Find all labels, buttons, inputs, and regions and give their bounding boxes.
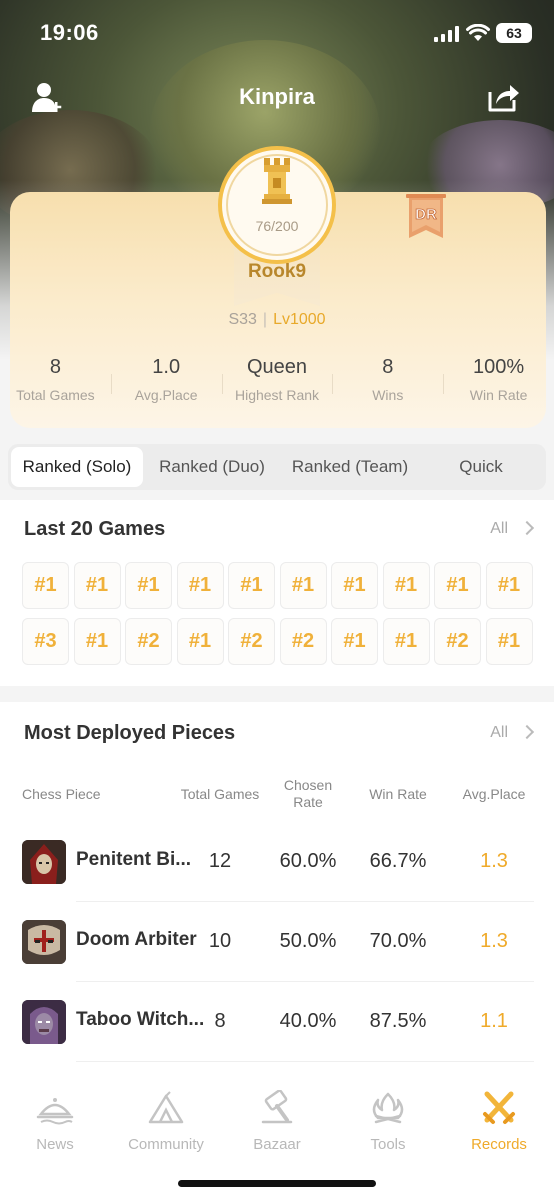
game-result-cell[interactable]: #1	[22, 562, 69, 609]
game-result-cell[interactable]: #1	[125, 562, 172, 609]
piece-chosen-rate: 50.0%	[279, 930, 337, 952]
nav-bazaar[interactable]: Bazaar	[222, 1090, 332, 1153]
most-deployed-panel: Most Deployed Pieces All Chess Piece Tot…	[0, 702, 554, 1072]
piece-chosen-rate: 40.0%	[279, 1010, 337, 1032]
tab-ranked-solo[interactable]: Ranked (Solo)	[11, 447, 143, 487]
game-result-cell[interactable]: #1	[331, 562, 378, 609]
status-bar: 19:06 63	[0, 0, 554, 66]
piece-total-games: 10	[208, 930, 232, 952]
chevron-right-icon	[519, 520, 535, 536]
level-label: Lv1000	[273, 311, 326, 328]
separator: |	[262, 311, 268, 328]
game-result-cell[interactable]: #1	[176, 562, 224, 609]
rank-name: Rook9	[247, 261, 307, 282]
game-result-cell[interactable]: #2	[279, 618, 327, 665]
mode-tabs: Ranked (Solo) Ranked (Duo) Ranked (Team)…	[8, 444, 546, 490]
battery-indicator: 63	[496, 23, 532, 43]
community-tent-icon	[148, 1091, 184, 1124]
stat-total-games: 8 Total Games	[16, 356, 95, 403]
game-result-cell[interactable]: #1	[73, 562, 121, 609]
last-games-all-link[interactable]: All	[490, 520, 535, 538]
most-deployed-all-link[interactable]: All	[490, 724, 535, 742]
stat-wins: 8 Wins	[332, 356, 443, 412]
wifi-icon	[466, 24, 490, 41]
row-divider	[76, 1061, 534, 1062]
doom-arbiter-avatar	[22, 920, 66, 964]
piece-name: Doom Arbiter	[76, 929, 197, 950]
piece-chosen-rate: 60.0%	[279, 850, 337, 872]
game-result-cell[interactable]: #3	[22, 618, 69, 665]
game-result-cell[interactable]: #1	[228, 562, 275, 609]
column-total-games: Total Games	[180, 786, 260, 802]
game-result-cell[interactable]: #2	[228, 618, 275, 665]
last-games-panel: Last 20 Games All #1 #1 #1 #1 #1 #1 #1 #1 #1 #1 #3…	[0, 500, 554, 686]
stat-highest-rank: Queen Highest Rank	[221, 356, 333, 412]
tools-campfire-icon	[372, 1092, 404, 1124]
game-result-cell[interactable]: #2	[125, 618, 172, 665]
cellular-signal-icon	[434, 26, 459, 42]
game-result-cell[interactable]: #1	[434, 562, 481, 609]
records-crossed-swords-icon	[483, 1091, 515, 1124]
dr-rank-badge: DR	[406, 194, 446, 238]
piece-row[interactable]: Taboo Witch... 8 40.0% 87.5% 1.1	[0, 982, 554, 1062]
piece-avg-place: 1.3	[480, 930, 508, 952]
nav-news[interactable]: News	[0, 1090, 110, 1153]
stat-avg-place: 1.0 Avg.Place	[110, 356, 222, 412]
piece-row[interactable]: Penitent Bi... 12 60.0% 66.7% 1.3	[0, 822, 554, 902]
nav-tools[interactable]: Tools	[333, 1090, 443, 1153]
piece-win-rate: 66.7%	[369, 850, 427, 872]
game-result-cell[interactable]: #1	[485, 562, 533, 609]
tab-ranked-team[interactable]: Ranked (Team)	[281, 447, 419, 487]
stats-row: 8 Total Games 1.0 Avg.Place Queen Highest R…	[0, 356, 554, 412]
column-chosen-rate: Chosen Rate	[283, 777, 333, 810]
game-result-cell[interactable]: #1	[73, 618, 121, 665]
column-win-rate: Win Rate	[369, 786, 427, 802]
game-result-cell[interactable]: #1	[331, 618, 378, 665]
game-result-cell[interactable]: #2	[434, 618, 481, 665]
rank-progress: 76/200	[255, 218, 299, 234]
piece-win-rate: 87.5%	[369, 1010, 427, 1032]
season-label: S33	[228, 311, 257, 328]
nav-community[interactable]: Community	[111, 1090, 221, 1153]
column-chess-piece: Chess Piece	[22, 786, 101, 802]
piece-name: Taboo Witch...	[76, 1009, 205, 1030]
bazaar-hammer-icon	[261, 1090, 293, 1124]
nav-records[interactable]: Records	[444, 1090, 554, 1153]
piece-avg-place: 1.3	[480, 850, 508, 872]
taboo-witch-avatar	[22, 1000, 66, 1044]
game-result-cell[interactable]: #1	[279, 562, 327, 609]
tab-ranked-duo[interactable]: Ranked (Duo)	[143, 447, 281, 487]
home-indicator	[178, 1180, 376, 1187]
page-title: Kinpira	[239, 84, 315, 109]
piece-win-rate: 70.0%	[369, 930, 427, 952]
game-results-grid: #1 #1 #1 #1 #1 #1 #1 #1 #1 #1 #3 #1 #2 #1 #2 #2 #1 #1 #2 #1	[22, 562, 534, 665]
piece-total-games: 8	[214, 1010, 226, 1032]
chevron-right-icon	[519, 724, 535, 740]
penitent-bishop-avatar	[22, 840, 66, 884]
piece-avg-place: 1.1	[480, 1010, 508, 1032]
piece-row[interactable]: Doom Arbiter 10 50.0% 70.0% 1.3	[0, 902, 554, 982]
stat-win-rate: 100% Win Rate	[443, 356, 554, 412]
share-icon[interactable]	[486, 80, 520, 114]
news-icon	[36, 1098, 74, 1125]
piece-name: Penitent Bi...	[76, 849, 192, 870]
game-result-cell[interactable]: #1	[382, 562, 430, 609]
clock: 19:06	[40, 20, 99, 45]
game-result-cell[interactable]: #1	[485, 618, 533, 665]
last-games-title: Last 20 Games	[24, 518, 166, 540]
season-level-line: S33 | Lv1000	[0, 311, 554, 329]
tab-quick[interactable]: Quick	[419, 447, 543, 487]
game-result-cell[interactable]: #1	[382, 618, 430, 665]
column-avg-place: Avg.Place	[462, 786, 526, 802]
rook-icon	[262, 158, 292, 204]
top-navigation: Kinpira	[0, 76, 554, 120]
piece-total-games: 12	[208, 850, 232, 872]
dr-badge-label: DR	[415, 206, 437, 223]
most-deployed-title: Most Deployed Pieces	[24, 722, 236, 744]
game-result-cell[interactable]: #1	[176, 618, 224, 665]
